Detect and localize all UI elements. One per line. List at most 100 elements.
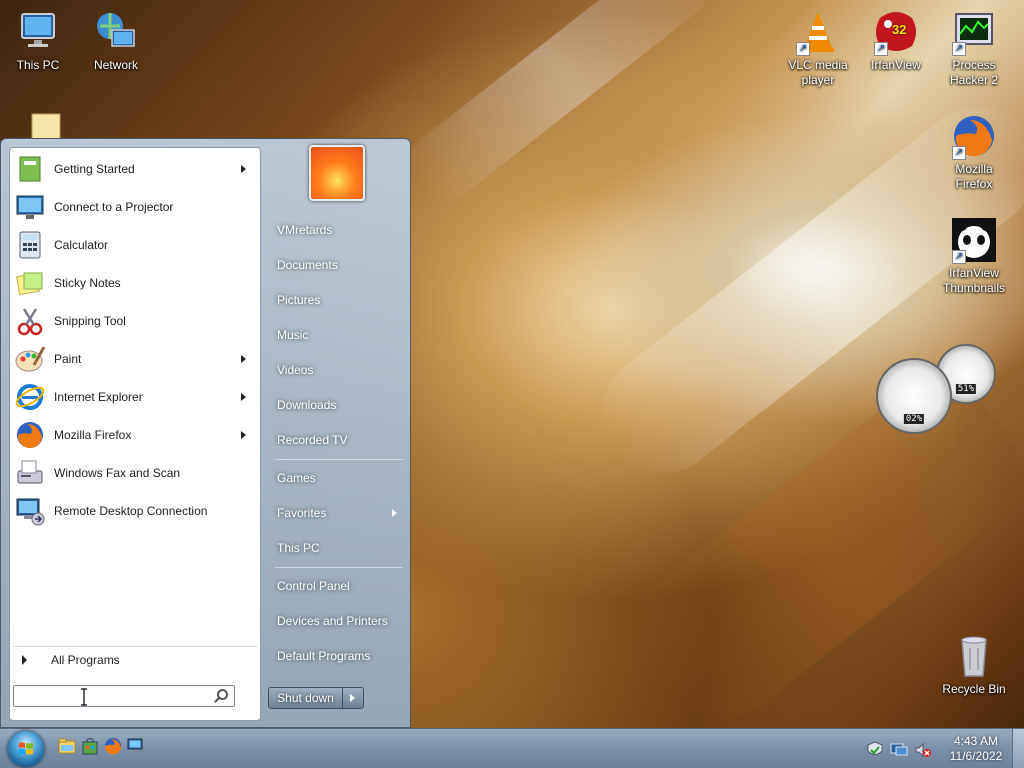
places-devices-printers[interactable]: Devices and Printers	[269, 606, 407, 636]
sticky-notes-icon	[16, 272, 43, 296]
program-label: Paint	[54, 352, 82, 366]
search-icon[interactable]	[217, 689, 228, 700]
desktop-icon-firefox[interactable]: ↗ Mozilla Firefox	[936, 112, 1012, 192]
program-label: Sticky Notes	[54, 276, 121, 290]
desktop-icon-irfanview-thumbnails[interactable]: ↗ IrfanView Thumbnails	[936, 216, 1012, 296]
desktop-icon-label: VLC media player	[788, 58, 848, 87]
places-separator	[275, 459, 403, 460]
clock-time: 4:43 AM	[953, 734, 999, 748]
program-label: Calculator	[54, 238, 109, 252]
program-label: Getting Started	[54, 162, 135, 176]
remote-desktop-icon	[16, 498, 45, 526]
program-mozilla-firefox[interactable]: Mozilla Firefox	[12, 417, 258, 453]
cpu-meter-gadget[interactable]: 51% 02%	[874, 342, 1000, 434]
desktop-icon-network[interactable]: Network	[78, 8, 154, 73]
start-menu-programs-pane: Getting Started Connect to a Projector C…	[9, 147, 261, 721]
places-music[interactable]: Music	[269, 320, 407, 350]
start-search-input[interactable]	[14, 686, 204, 706]
fax-scan-icon	[17, 460, 43, 484]
getting-started-icon	[19, 156, 41, 182]
program-label: Snipping Tool	[54, 314, 126, 328]
clock-date: 11/6/2022	[949, 749, 1003, 763]
program-internet-explorer[interactable]: Internet Explorer	[12, 379, 258, 415]
shortcut-arrow-icon: ↗	[952, 42, 966, 56]
user-picture[interactable]	[309, 145, 365, 201]
places-default-programs[interactable]: Default Programs	[269, 641, 407, 671]
places-control-panel[interactable]: Control Panel	[269, 571, 407, 601]
places-videos[interactable]: Videos	[269, 355, 407, 385]
vlc-icon: ↗	[794, 8, 842, 56]
process-hacker-icon: ↗	[950, 8, 998, 56]
places-documents[interactable]: Documents	[269, 250, 407, 280]
volume-muted-icon[interactable]	[914, 741, 932, 759]
program-label: Mozilla Firefox	[54, 428, 132, 442]
start-search-box[interactable]	[13, 685, 235, 707]
network-tray-icon[interactable]	[890, 741, 908, 759]
desktop-icon-label: IrfanView Thumbnails	[942, 266, 1006, 295]
places-recorded-tv[interactable]: Recorded TV	[269, 425, 407, 455]
shortcut-arrow-icon: ↗	[952, 250, 966, 264]
desktop-icon-this-pc[interactable]: This PC	[0, 8, 76, 73]
shutdown-options-button[interactable]	[343, 688, 363, 708]
show-desktop-button[interactable]	[1012, 729, 1024, 768]
places-this-pc[interactable]: This PC	[269, 533, 407, 563]
program-paint[interactable]: Paint	[12, 341, 258, 377]
program-label: Connect to a Projector	[54, 200, 174, 214]
program-sticky-notes[interactable]: Sticky Notes	[12, 265, 258, 301]
all-programs-label: All Programs	[51, 652, 120, 667]
desktop-icon-label: Mozilla Firefox	[955, 162, 993, 191]
places-favorites[interactable]: Favorites	[269, 498, 407, 528]
desktop-icon-label: Network	[93, 58, 138, 72]
program-getting-started[interactable]: Getting Started	[12, 151, 258, 187]
submenu-arrow-icon	[241, 165, 246, 173]
program-connect-projector[interactable]: Connect to a Projector	[12, 189, 258, 225]
explorer-icon[interactable]	[58, 737, 76, 755]
firefox-icon[interactable]	[104, 737, 122, 755]
desktop-icon-irfanview[interactable]: 32 ↗ IrfanView	[858, 8, 934, 73]
action-center-icon[interactable]	[866, 741, 884, 759]
taskbar-clock[interactable]: 4:43 AM 11/6/2022	[946, 734, 1006, 764]
desktop-icon-label: Recycle Bin	[942, 682, 1006, 696]
desktop-icon-label: IrfanView	[871, 58, 921, 72]
program-windows-fax-scan[interactable]: Windows Fax and Scan	[12, 455, 258, 491]
places-pictures[interactable]: Pictures	[269, 285, 407, 315]
desktop-icon-label: This PC	[16, 58, 60, 72]
irfanview-badge: 32	[892, 22, 907, 37]
submenu-arrow-icon	[241, 431, 246, 439]
computer-icon	[14, 8, 62, 56]
start-menu-places-pane: VMretards Documents Pictures Music Video…	[263, 139, 411, 729]
snipping-tool-icon	[17, 308, 43, 336]
submenu-arrow-icon	[241, 355, 246, 363]
desktop-icon-vlc[interactable]: ↗ VLC media player	[780, 8, 856, 88]
remote-desktop-icon[interactable]	[127, 737, 145, 755]
paint-icon	[15, 346, 46, 372]
desktop-icon-partial[interactable]	[0, 108, 76, 138]
places-favorites-label: Favorites	[277, 506, 327, 520]
program-label: Remote Desktop Connection	[54, 504, 208, 518]
memory-percent: 51%	[955, 384, 977, 394]
firefox-icon	[17, 422, 43, 449]
desktop-icon-recycle-bin[interactable]: Recycle Bin	[936, 632, 1012, 697]
places-user-folder[interactable]: VMretards	[269, 215, 407, 245]
all-programs-button[interactable]: All Programs	[12, 646, 258, 672]
submenu-arrow-icon	[241, 393, 246, 401]
irfanview-icon: 32 ↗	[872, 8, 920, 56]
start-button[interactable]	[8, 731, 44, 767]
desktop-icon-process-hacker[interactable]: ↗ Process Hacker 2	[936, 8, 1012, 88]
program-remote-desktop[interactable]: Remote Desktop Connection	[12, 493, 258, 529]
places-downloads[interactable]: Downloads	[269, 390, 407, 420]
start-menu: Getting Started Connect to a Projector C…	[0, 138, 411, 728]
places-games[interactable]: Games	[269, 463, 407, 493]
taskbar: 4:43 AM 11/6/2022	[0, 728, 1024, 768]
cpu-gauge: 02%	[876, 358, 952, 434]
projector-icon	[16, 195, 44, 219]
program-snipping-tool[interactable]: Snipping Tool	[12, 303, 258, 339]
store-bag-icon[interactable]	[81, 737, 99, 755]
shutdown-button-group: Shut down	[268, 687, 364, 709]
network-icon	[92, 8, 140, 56]
wallpaper-streak	[396, 0, 724, 214]
program-calculator[interactable]: Calculator	[12, 227, 258, 263]
windows-logo-icon	[19, 742, 33, 755]
shutdown-button[interactable]: Shut down	[269, 688, 343, 708]
text-cursor-icon	[81, 688, 87, 706]
